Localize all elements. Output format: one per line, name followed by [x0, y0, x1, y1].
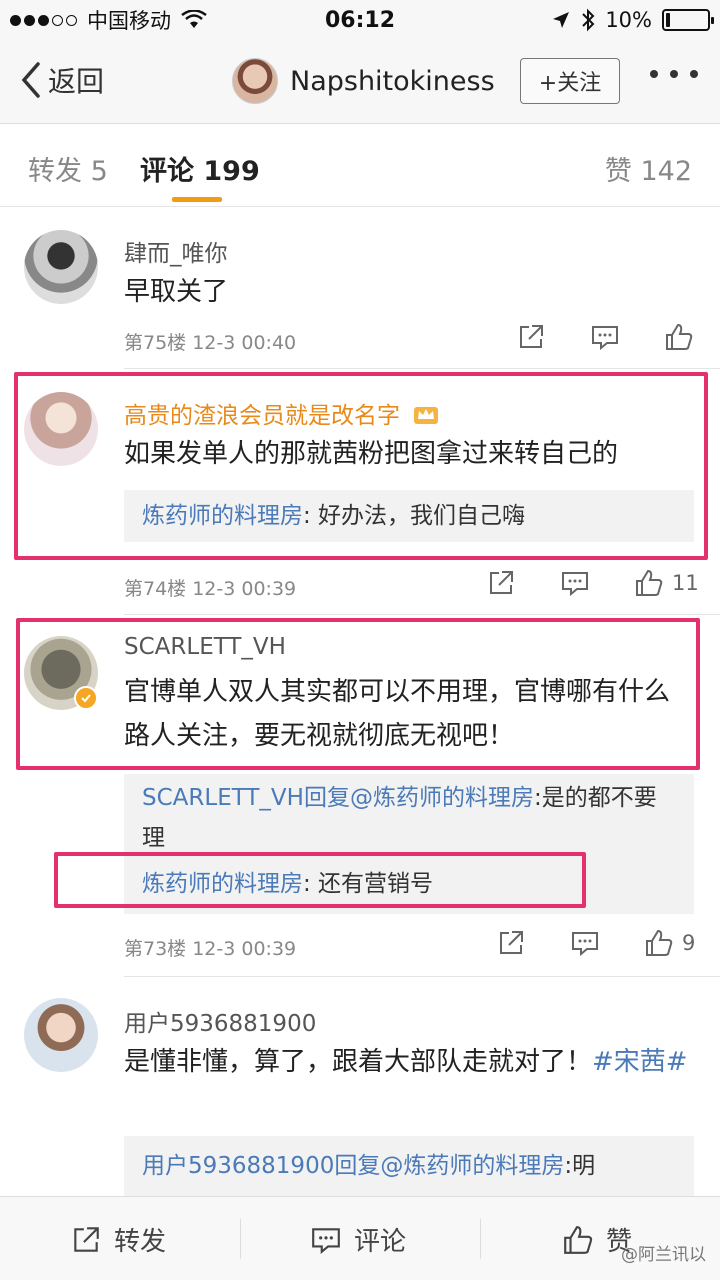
profile-header[interactable]: Napshitokiness [232, 58, 495, 104]
thumbs-up-icon [646, 929, 673, 956]
share-icon [520, 325, 543, 348]
comment-username[interactable]: 高贵的渣浪会员就是改名字 [124, 396, 439, 430]
reply-username[interactable]: 用户5936881900回复@炼药师的料理房 [142, 1153, 564, 1179]
comment-username[interactable]: SCARLETT_VH [124, 634, 286, 660]
like-button[interactable]: 11 [634, 568, 699, 598]
avatar[interactable] [24, 230, 98, 304]
reply-line: 炼药师的料理房: 还有营销号 [142, 864, 676, 904]
comment-button[interactable]: 评论 [310, 1221, 406, 1258]
avatar [232, 58, 278, 104]
comment-icon [312, 1227, 340, 1254]
share-icon [500, 931, 523, 954]
thumbs-up-icon [666, 323, 693, 350]
avatar[interactable] [24, 392, 98, 466]
topic-link[interactable]: #宋茜# [592, 1047, 688, 1077]
comment-icon [592, 326, 618, 351]
share-button[interactable] [486, 568, 516, 598]
comment-meta: 第75楼 12-3 00:40 [124, 332, 297, 354]
reply-username[interactable]: 炼药师的料理房 [142, 871, 303, 897]
comment-item: 用户5936881900 是懂非懂，算了，跟着大部队走就对了！#宋茜# 用户59… [0, 976, 720, 1196]
back-button[interactable]: 返回 [18, 60, 104, 100]
comment-username[interactable]: 用户5936881900 [124, 1004, 316, 1038]
reply-text: : 好办法，我们自己嗨 [303, 503, 526, 529]
comment-item: 肆而_唯你 早取关了 第75楼 12-3 00:40 [0, 208, 720, 368]
thumbs-up-icon [636, 569, 663, 596]
tab-comments[interactable]: 评论 199 [140, 149, 260, 188]
tab-repost[interactable]: 转发 5 [28, 149, 108, 188]
repost-button[interactable]: 转发 [70, 1221, 166, 1258]
back-label: 返回 [48, 65, 105, 98]
reply-username[interactable]: SCARLETT_VH回复@炼药师的料理房 [142, 785, 534, 811]
more-icon[interactable] [650, 70, 698, 78]
reply-button[interactable] [560, 568, 590, 598]
reply-line: SCARLETT_VH回复@炼药师的料理房:是的都不要理 [142, 778, 676, 858]
share-button[interactable] [496, 928, 526, 958]
comment-text: 如果发单人的那就茜粉把图拿过来转自己的 [124, 439, 619, 469]
follow-button[interactable]: +关注 [520, 58, 620, 104]
comment-icon [562, 572, 588, 597]
tab-likes[interactable]: 赞 142 [605, 149, 692, 188]
reply-box[interactable]: 用户5936881900回复@炼药师的料理房:明 [124, 1136, 694, 1196]
like-button[interactable]: 9 [644, 928, 695, 958]
divider [240, 1219, 241, 1259]
nav-bar: 返回 Napshitokiness +关注 [0, 40, 720, 124]
battery-percent: 10% [605, 8, 652, 32]
reply-username[interactable]: 炼药师的料理房 [142, 503, 303, 529]
reply-box[interactable]: 炼药师的料理房: 好办法，我们自己嗨 [124, 490, 694, 542]
comment-item: 高贵的渣浪会员就是改名字 如果发单人的那就茜粉把图拿过来转自己的 炼药师的料理房… [0, 368, 720, 613]
repost-label: 转发 [114, 1227, 167, 1257]
reply-text: :明 [564, 1153, 596, 1179]
active-tab-indicator [172, 197, 222, 202]
verified-badge-icon [74, 686, 98, 710]
bluetooth-icon [582, 8, 595, 32]
reply-button[interactable] [590, 322, 620, 352]
tab-bar: 转发 5 评论 199 赞 142 [0, 125, 720, 207]
comment-text: 是懂非懂，算了，跟着大部队走就对了！#宋茜# [124, 1040, 694, 1084]
vip-username: 高贵的渣浪会员就是改名字 [124, 403, 400, 429]
like-count: 11 [672, 571, 699, 595]
status-right: 10% [551, 8, 714, 32]
bottom-action-bar: 转发 评论 赞 [0, 1196, 720, 1280]
chevron-left-icon [21, 62, 40, 98]
battery-icon [662, 9, 714, 31]
status-bar: 中国移动 06:12 10% [0, 0, 720, 40]
avatar[interactable] [24, 998, 98, 1072]
comment-actions [516, 322, 702, 352]
reply-box[interactable]: SCARLETT_VH回复@炼药师的料理房:是的都不要理 炼药师的料理房: 还有… [124, 774, 694, 914]
profile-name: Napshitokiness [290, 65, 495, 97]
divider [480, 1219, 481, 1259]
comment-text: 官博单人双人其实都可以不用理，官博哪有什么路人关注，要无视就彻底无视吧！ [124, 677, 671, 751]
comment-icon [572, 932, 598, 957]
location-arrow-icon [553, 12, 570, 28]
watermark: @阿兰讯以 [621, 1245, 706, 1265]
comment-body: 是懂非懂，算了，跟着大部队走就对了！ [124, 1047, 593, 1077]
comment-meta: 第74楼 12-3 00:39 [124, 578, 297, 600]
comment-actions: 9 [496, 928, 695, 958]
like-count: 9 [682, 931, 696, 955]
comment-actions: 11 [486, 568, 699, 598]
share-icon [74, 1226, 99, 1252]
like-button[interactable] [664, 322, 702, 352]
comment-item: SCARLETT_VH 官博单人双人其实都可以不用理，官博哪有什么路人关注，要无… [0, 614, 720, 974]
vip-crown-icon [414, 407, 439, 424]
comment-text: 早取关了 [124, 277, 229, 307]
thumbs-up-icon [564, 1225, 593, 1254]
share-button[interactable] [516, 322, 546, 352]
comment-label: 评论 [354, 1227, 407, 1257]
comment-username[interactable]: 肆而_唯你 [124, 234, 228, 268]
comment-meta: 第73楼 12-3 00:39 [124, 938, 297, 960]
reply-text: : 还有营销号 [303, 871, 434, 897]
share-icon [490, 571, 513, 594]
reply-button[interactable] [570, 928, 600, 958]
